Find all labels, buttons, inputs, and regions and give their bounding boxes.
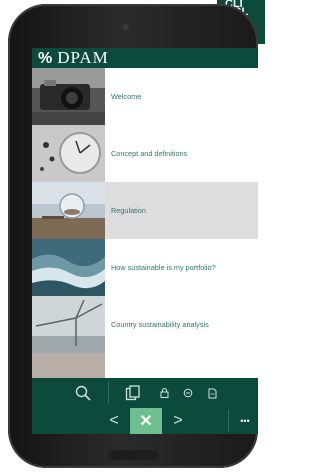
phone-home-button[interactable] [108, 450, 158, 460]
prev-button-label: < [109, 412, 119, 429]
toolbar-divider [228, 410, 229, 432]
more-icon: ••• [240, 416, 250, 426]
app-header: % DPAM [32, 48, 258, 68]
logo-text: DPAM [57, 48, 109, 67]
copy-icon[interactable] [120, 380, 146, 406]
wind-turbine-photo [32, 296, 105, 353]
app-screen: % DPAM Welcome Concept and definitions R… [32, 48, 258, 434]
dpam-logo: % DPAM [38, 49, 109, 68]
document-icon[interactable] [204, 384, 220, 402]
phone-speaker [123, 24, 129, 30]
next-button-label: > [173, 412, 183, 429]
menu-item-partial [32, 353, 258, 378]
close-icon: ✕ [139, 413, 153, 430]
more-button[interactable]: ••• [234, 410, 256, 432]
menu-item-regulation[interactable]: Regulation [32, 182, 258, 239]
menu-item-country[interactable]: Country sustainability analysis [32, 296, 258, 353]
prev-button[interactable]: < [104, 409, 124, 433]
menu-item-label: Welcome [111, 92, 142, 101]
search-icon[interactable] [70, 380, 96, 406]
ocean-waves-photo [32, 239, 105, 296]
menu-item-label: How sustainable is my portfolio? [111, 263, 216, 272]
menu-item-portfolio[interactable]: How sustainable is my portfolio? [32, 239, 258, 296]
lock-icon[interactable] [156, 384, 172, 402]
toolbar-divider [108, 382, 109, 404]
camera-photo [32, 68, 105, 125]
next-button[interactable]: > [168, 409, 188, 433]
close-button[interactable]: ✕ [130, 408, 162, 434]
logo-mark: % [38, 50, 54, 67]
menu-item-label: Regulation [111, 206, 146, 215]
menu-item-label: Concept and definitions [111, 149, 188, 158]
menu-item-welcome[interactable]: Welcome [32, 68, 258, 125]
menu-item-label: Country sustainability analysis [111, 320, 209, 329]
clock-photo [32, 125, 105, 182]
glass-sphere-photo [32, 182, 105, 239]
menu-item-concept[interactable]: Concept and definitions [32, 125, 258, 182]
bookmark-icon[interactable] [180, 384, 196, 402]
partial-photo [32, 353, 105, 378]
phone-frame: % DPAM Welcome Concept and definitions R… [8, 4, 258, 468]
bottom-toolbar: < ✕ > ••• [32, 378, 258, 434]
